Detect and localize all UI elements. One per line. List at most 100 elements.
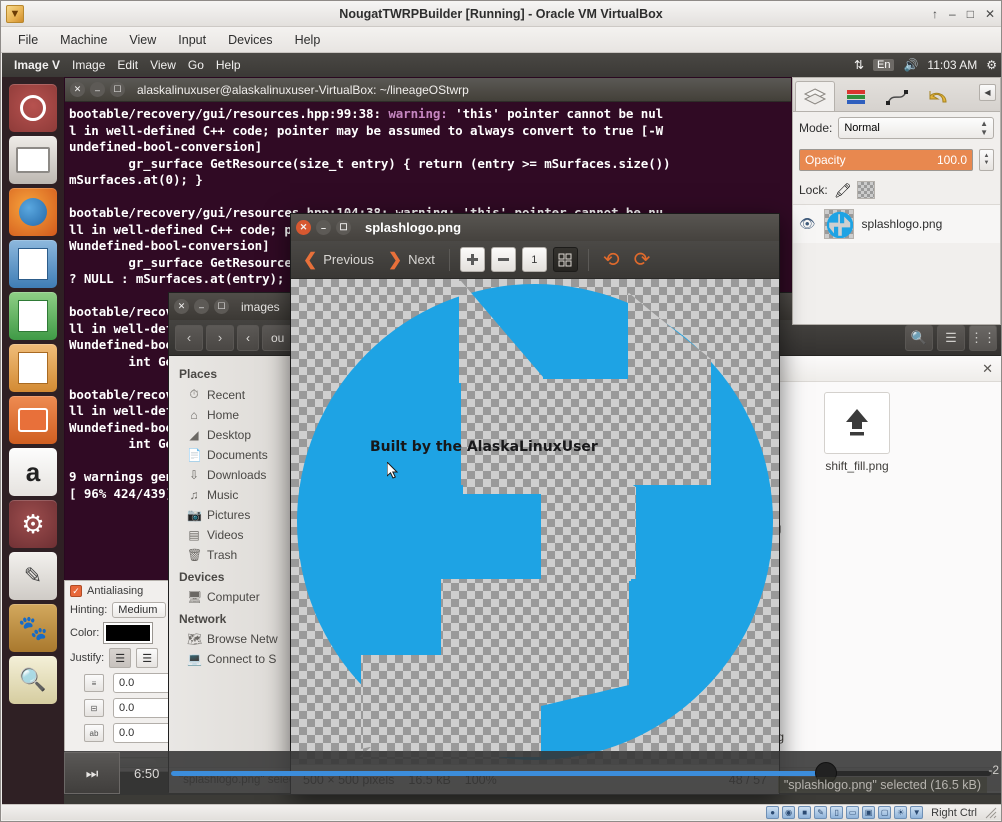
restore-button[interactable]: ↑ xyxy=(932,7,938,21)
player-progress-slider[interactable] xyxy=(171,771,991,776)
sidebar-item-connect-to-server[interactable]: 💻Connect to S xyxy=(169,649,294,669)
breadcrumb-root[interactable]: ‹ xyxy=(237,325,259,351)
display-indicator-icon[interactable]: ▣ xyxy=(862,806,875,819)
letter-spacing-input[interactable]: 0.0 xyxy=(113,723,173,743)
terminal-maximize-button[interactable]: ☐ xyxy=(110,82,125,97)
filebrowser-maximize-button[interactable]: ☐ xyxy=(214,299,229,314)
launcher-item-ubuntu-software[interactable] xyxy=(9,396,57,444)
sidebar-item-pictures[interactable]: 📷Pictures xyxy=(169,505,294,525)
launcher-item-libreoffice-writer[interactable] xyxy=(9,240,57,288)
appmenu-edit[interactable]: Edit xyxy=(111,58,144,72)
media-player-bar[interactable]: ⏭ 6:50 "splashlogo.png" selected (16.5 k… xyxy=(64,751,1001,795)
chevron-left-icon[interactable]: ‹ xyxy=(175,325,203,351)
gimp-dock-tabs[interactable]: ◀ xyxy=(793,78,1000,112)
layer-lock-row[interactable]: Lock: 🖍 xyxy=(793,176,1000,204)
launcher-item-system-settings[interactable]: ⚙ xyxy=(9,500,57,548)
resize-grip-icon[interactable] xyxy=(985,807,997,819)
menu-view[interactable]: View xyxy=(120,30,165,50)
gear-icon[interactable]: ⚙ xyxy=(986,58,997,72)
justify-right-button[interactable]: ☰ xyxy=(136,648,158,668)
sidebar-item-computer[interactable]: 🖥Computer xyxy=(169,587,294,607)
file-item-shift-fill[interactable]: shift_fill.png xyxy=(795,392,919,473)
image-viewer-window[interactable]: ✕ – ☐ splashlogo.png ❮ Previous ❯ Next xyxy=(290,213,780,795)
harddisk-indicator-icon[interactable]: ● xyxy=(766,806,779,819)
launcher-item-text-editor[interactable]: ✎ xyxy=(9,552,57,600)
eye-icon[interactable]: 👁 xyxy=(799,216,816,232)
appmenu-image[interactable]: Image xyxy=(66,58,111,72)
features-indicator-icon[interactable]: ☀ xyxy=(894,806,907,819)
opacity-slider[interactable]: Opacity 100.0 xyxy=(799,149,973,171)
minimize-button[interactable]: – xyxy=(949,7,956,21)
image-viewer-close-button[interactable]: ✕ xyxy=(296,220,311,235)
keyboard-layout-indicator[interactable]: En xyxy=(873,59,894,71)
window-controls[interactable]: ↑ – □ ✕ xyxy=(932,1,995,27)
unity-launcher[interactable]: a ⚙ ✎ 🐾 🔍 xyxy=(2,77,64,807)
terminal-close-button[interactable]: ✕ xyxy=(70,82,85,97)
appmenu-go[interactable]: Go xyxy=(182,58,210,72)
opacity-stepper[interactable]: ▲▼ xyxy=(979,149,994,171)
layers-tab[interactable] xyxy=(795,81,835,111)
menu-file[interactable]: File xyxy=(9,30,47,50)
launcher-item-firefox[interactable] xyxy=(9,188,57,236)
sidebar-item-downloads[interactable]: ⇩Downloads xyxy=(169,465,294,485)
menu-devices[interactable]: Devices xyxy=(219,30,281,50)
list-view-icon[interactable]: ☰ xyxy=(937,325,965,351)
shared-folders-indicator-icon[interactable]: ▭ xyxy=(846,806,859,819)
next-button[interactable]: ❯ Next xyxy=(384,250,439,270)
optical-drive-indicator-icon[interactable]: ◉ xyxy=(782,806,795,819)
layer-mode-row[interactable]: Mode: Normal ▲▼ xyxy=(793,112,1000,144)
layer-opacity-row[interactable]: Opacity 100.0 ▲▼ xyxy=(793,144,1000,176)
terminal-minimize-button[interactable]: – xyxy=(90,82,105,97)
menu-input[interactable]: Input xyxy=(169,30,215,50)
indent-input[interactable]: 0.0 xyxy=(113,673,173,693)
menu-machine[interactable]: Machine xyxy=(51,30,116,50)
appmenu-view[interactable]: View xyxy=(144,58,182,72)
launcher-item-image-viewer[interactable]: 🔍 xyxy=(9,656,57,704)
launcher-item-libreoffice-impress[interactable] xyxy=(9,344,57,392)
floppy-indicator-icon[interactable]: ■ xyxy=(798,806,811,819)
unity-indicators[interactable]: ⇅ En 🔊 11:03 AM ⚙ xyxy=(854,53,997,77)
launcher-item-libreoffice-calc[interactable] xyxy=(9,292,57,340)
undo-history-tab[interactable] xyxy=(918,81,958,111)
filebrowser-minimize-button[interactable]: – xyxy=(194,299,209,314)
sidebar-item-videos[interactable]: ▤Videos xyxy=(169,525,294,545)
sidebar-item-home[interactable]: ⌂Home xyxy=(169,405,294,425)
network-indicator-icon[interactable]: ✎ xyxy=(814,806,827,819)
appmenu-help[interactable]: Help xyxy=(210,58,247,72)
zoom-in-button[interactable] xyxy=(460,247,485,272)
launcher-item-ubuntu-dash[interactable] xyxy=(9,84,57,132)
search-icon[interactable]: 🔍 xyxy=(905,325,933,351)
clock-indicator[interactable]: 11:03 AM xyxy=(927,58,977,72)
sidebar-item-desktop[interactable]: ◢Desktop xyxy=(169,425,294,445)
network-updown-icon[interactable]: ⇅ xyxy=(854,58,864,72)
rotate-clockwise-button[interactable]: ⟳ xyxy=(630,247,655,272)
virtualbox-menubar[interactable]: File Machine View Input Devices Help xyxy=(1,27,1001,53)
hinting-select[interactable]: Medium xyxy=(112,602,166,618)
best-fit-button[interactable] xyxy=(553,247,578,272)
dock-menu-icon[interactable]: ◀ xyxy=(979,84,996,101)
paintbrush-icon[interactable]: 🖍 xyxy=(834,182,852,199)
launcher-item-amazon[interactable]: a xyxy=(9,448,57,496)
color-swatch[interactable] xyxy=(104,623,152,643)
gimp-layers-dock[interactable]: ◀ Mode: Normal ▲▼ Opacity 100.0 ▲▼ Lock:… xyxy=(792,77,1001,325)
line-spacing-input[interactable]: 0.0 xyxy=(113,698,173,718)
usb-indicator-icon[interactable]: ▯ xyxy=(830,806,843,819)
mode-select[interactable]: Normal ▲▼ xyxy=(838,117,994,139)
launcher-item-files[interactable] xyxy=(9,136,57,184)
zoom-out-button[interactable] xyxy=(491,247,516,272)
mouse-integration-indicator-icon[interactable]: ▼ xyxy=(910,806,923,819)
close-icon[interactable]: ✕ xyxy=(982,361,993,377)
skip-forward-icon[interactable]: ⏭ xyxy=(64,752,120,794)
sidebar-item-music[interactable]: ♫Music xyxy=(169,485,294,505)
alpha-checker-icon[interactable] xyxy=(857,181,875,199)
image-viewer-toolbar[interactable]: ❮ Previous ❯ Next 1 xyxy=(291,241,779,279)
menu-help[interactable]: Help xyxy=(286,30,330,50)
close-button[interactable]: ✕ xyxy=(985,7,995,21)
file-browser-toolbar-right[interactable]: 🔍 ☰ ⋮⋮ xyxy=(905,325,997,351)
image-canvas[interactable]: Built by the AlaskaLinuxUser xyxy=(291,279,779,764)
layer-list-item[interactable]: 👁 splashlogo.png xyxy=(793,204,1000,243)
sidebar-item-browse-network[interactable]: 🗺Browse Netw xyxy=(169,629,294,649)
sidebar-item-trash[interactable]: 🗑Trash xyxy=(169,545,294,565)
paths-tab[interactable] xyxy=(877,81,917,111)
filebrowser-close-button[interactable]: ✕ xyxy=(174,299,189,314)
